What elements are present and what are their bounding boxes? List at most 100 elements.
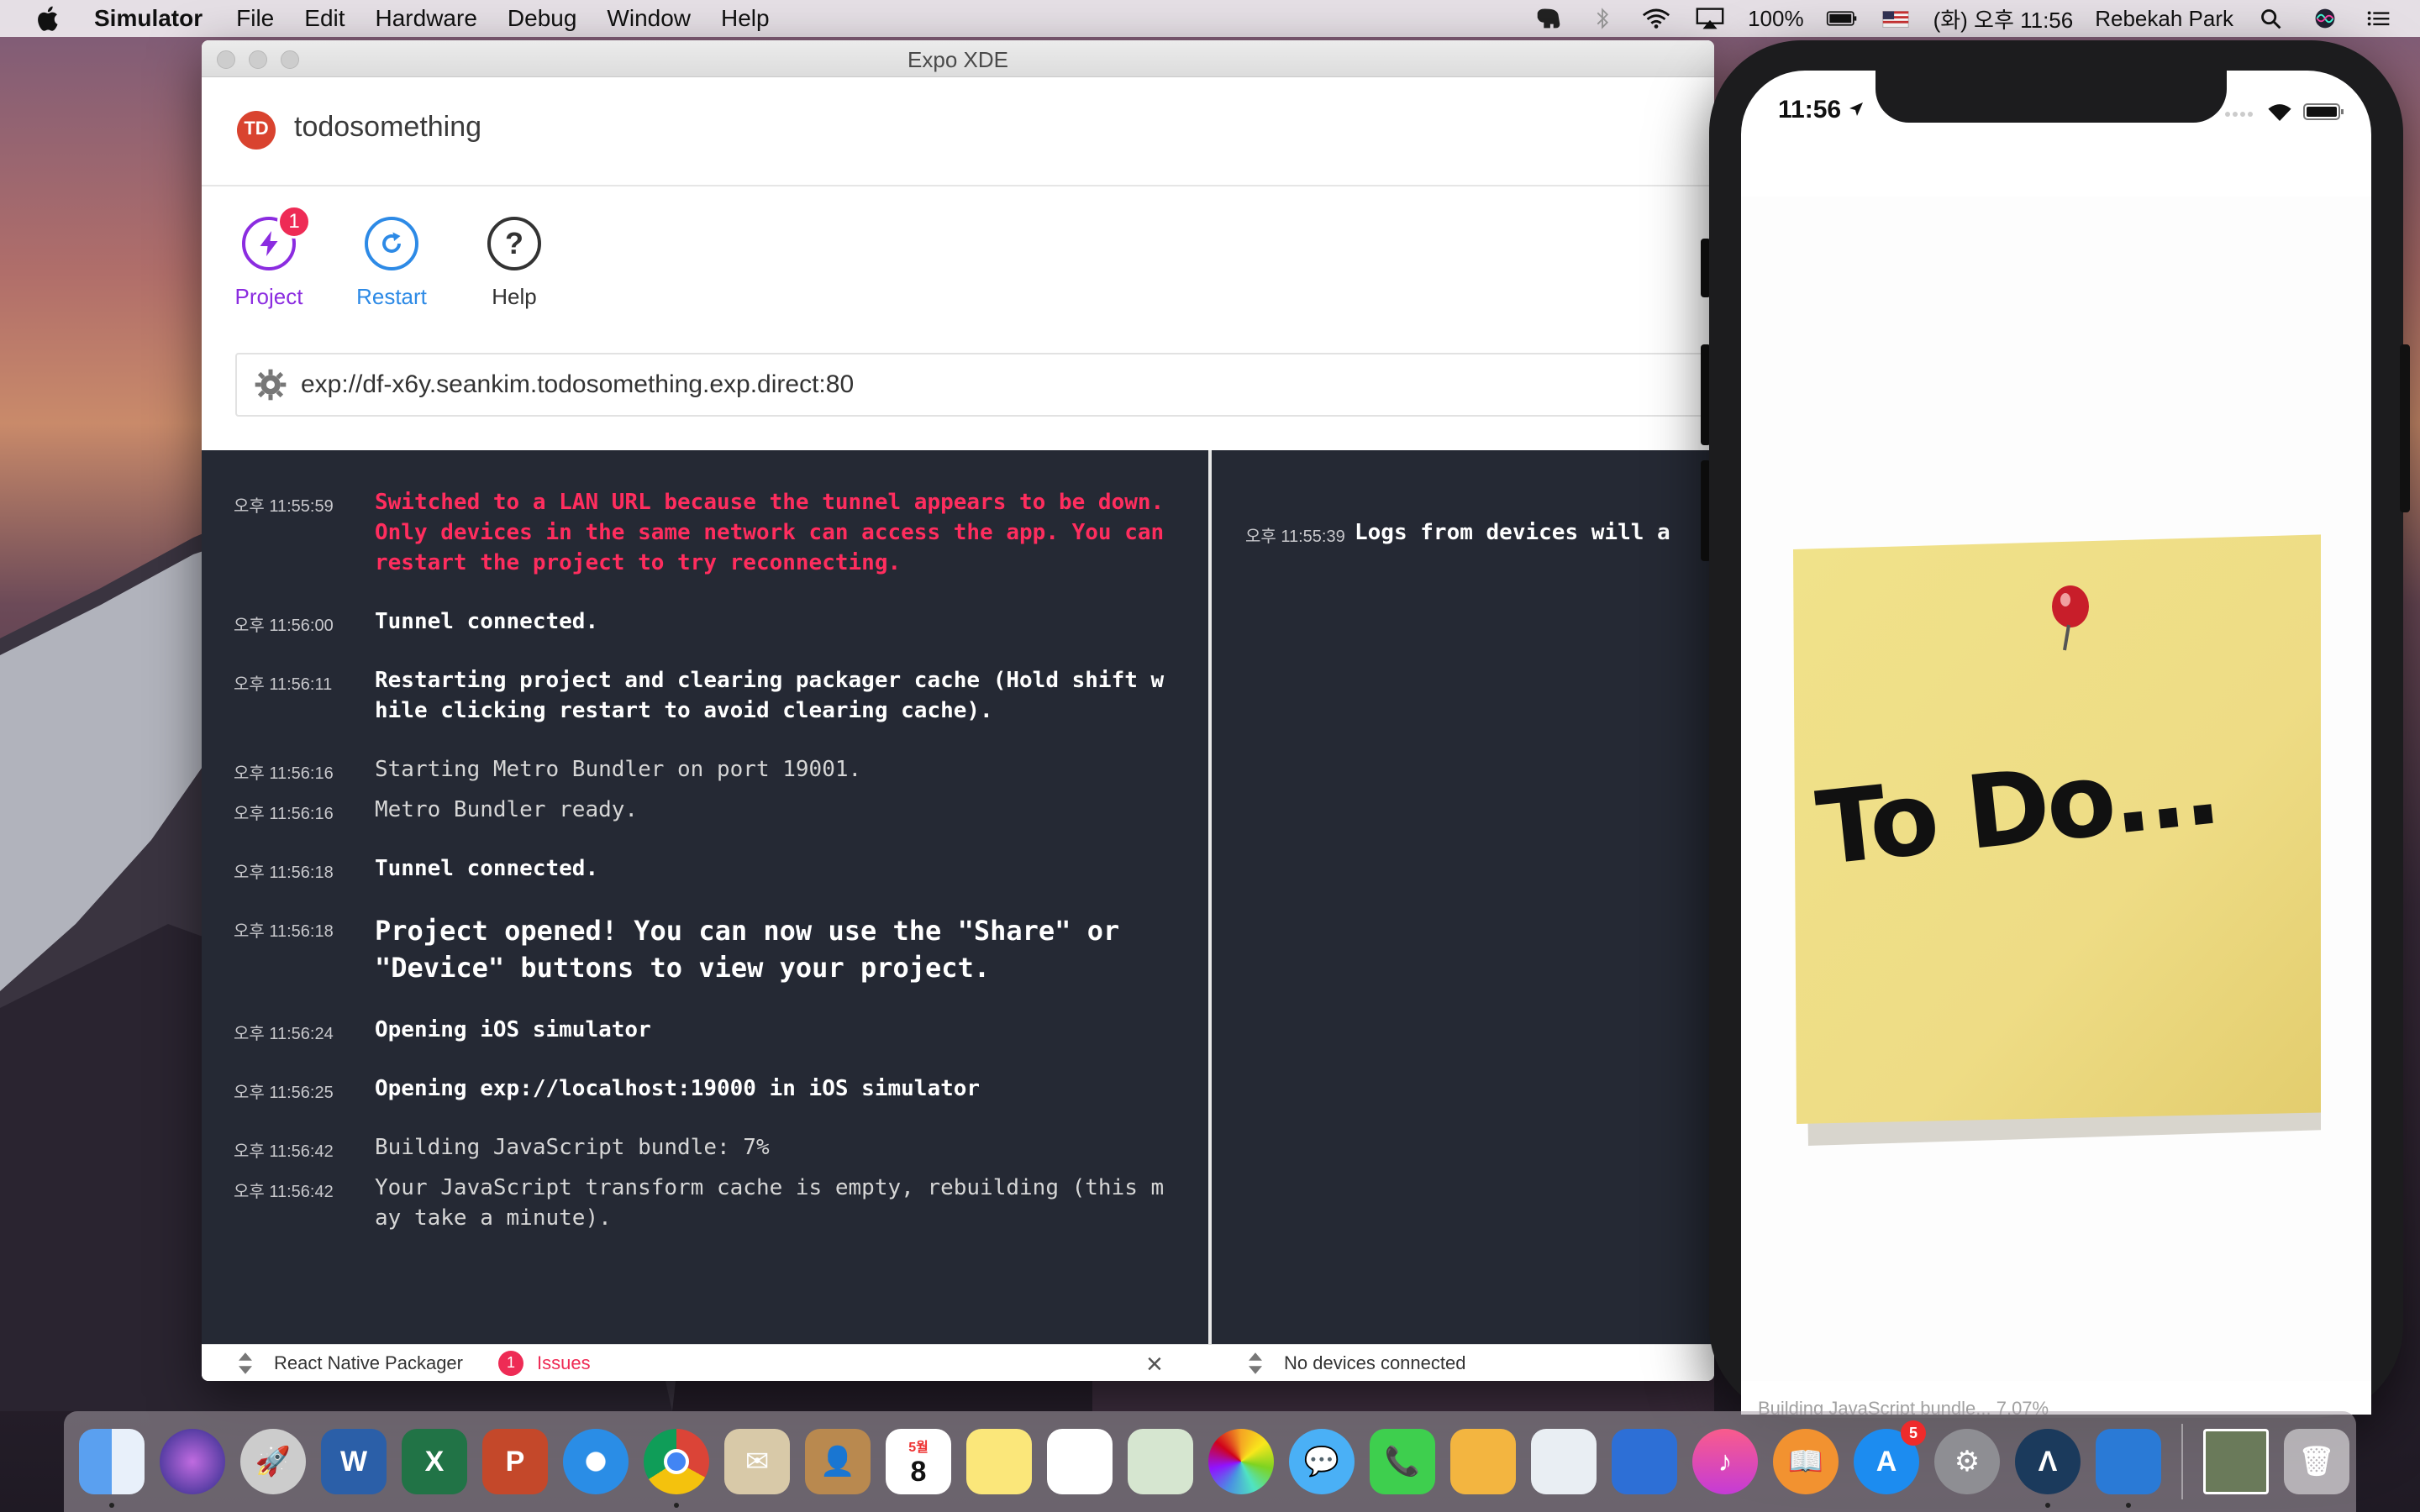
reminders-icon[interactable] bbox=[1047, 1429, 1113, 1494]
help-icon: ? bbox=[487, 217, 541, 270]
mail-stamp-icon[interactable]: ✉ bbox=[724, 1429, 790, 1494]
restart-icon bbox=[365, 217, 418, 270]
log-message: Starting Metro Bundler on port 19001. bbox=[375, 757, 862, 782]
log-timestamp: 오후 11:56:00 bbox=[234, 617, 334, 635]
menu-file[interactable]: File bbox=[236, 5, 274, 32]
app-content[interactable]: To Do... bbox=[1741, 197, 2371, 1381]
packager-select-label[interactable]: React Native Packager bbox=[274, 1352, 463, 1374]
finder-icon[interactable] bbox=[79, 1429, 145, 1508]
gear-icon[interactable] bbox=[254, 368, 287, 402]
photos-icon[interactable] bbox=[1208, 1429, 1274, 1494]
log-timestamp: 오후 11:56:42 bbox=[234, 1142, 334, 1161]
us-flag-icon[interactable] bbox=[1880, 6, 1912, 31]
packager-select-arrows-icon[interactable] bbox=[235, 1350, 255, 1377]
project-name[interactable]: todosomething bbox=[294, 111, 481, 144]
log-message: Logs from devices will a bbox=[1355, 520, 1670, 545]
issues-tab[interactable]: Issues bbox=[537, 1352, 591, 1374]
log-entry: 오후 11:56:16 Starting Metro Bundler on po… bbox=[202, 754, 1208, 785]
device-select-arrows-icon[interactable] bbox=[1245, 1350, 1265, 1377]
facetime-icon[interactable]: 📞 bbox=[1370, 1429, 1435, 1494]
lightning-icon: 1 bbox=[242, 205, 311, 270]
window-titlebar[interactable]: Expo XDE bbox=[202, 40, 1714, 77]
launchpad-rocket-icon[interactable]: 🚀 bbox=[240, 1429, 306, 1494]
evernote-elephant-icon[interactable] bbox=[1533, 6, 1565, 31]
chrome-icon[interactable] bbox=[644, 1429, 709, 1508]
restart-button-label: Restart bbox=[356, 284, 427, 309]
project-url[interactable]: exp://df-x6y.seankim.todosomething.exp.d… bbox=[301, 370, 854, 399]
project-badge: 1 bbox=[277, 205, 311, 239]
iphone-side-button[interactable] bbox=[2400, 344, 2410, 512]
ibooks-icon[interactable]: 📖 bbox=[1773, 1429, 1839, 1494]
menu-edit[interactable]: Edit bbox=[304, 5, 345, 32]
log-entry: 오후 11:56:42 Your JavaScript transform ca… bbox=[202, 1173, 1208, 1233]
log-entry: 오후 11:56:18 Project opened! You can now … bbox=[202, 912, 1208, 986]
siri-icon[interactable] bbox=[2309, 6, 2341, 31]
messages-icon[interactable]: 💬 bbox=[1289, 1429, 1355, 1494]
menubar-user-name[interactable]: Rebekah Park bbox=[2095, 6, 2233, 32]
log-message: Tunnel connected. bbox=[375, 856, 599, 881]
airplay-icon[interactable] bbox=[1694, 6, 1726, 31]
menu-help[interactable]: Help bbox=[721, 5, 770, 32]
apple-menu-icon[interactable] bbox=[34, 3, 64, 34]
spotlight-search-icon[interactable] bbox=[2255, 6, 2287, 31]
close-icon[interactable]: × bbox=[1146, 1348, 1163, 1381]
contacts-icon[interactable]: 👤 bbox=[805, 1429, 871, 1494]
system-preferences-icon[interactable]: ⚙ bbox=[1934, 1429, 2000, 1494]
device-select[interactable]: No devices connected bbox=[1212, 1345, 1465, 1381]
log-timestamp: 오후 11:55:59 bbox=[234, 497, 334, 516]
menu-bar: Simulator File Edit Hardware Debug Windo… bbox=[0, 0, 2420, 37]
battery-icon[interactable] bbox=[1826, 6, 1858, 31]
iphone-screen[interactable]: 11:56 To Do... Building JavaScript bundl… bbox=[1741, 71, 2371, 1415]
battery-status-icon bbox=[2303, 103, 2344, 120]
log-entry: 오후 11:56:16 Metro Bundler ready. bbox=[202, 795, 1208, 825]
expo-xde-icon[interactable]: Λ bbox=[2015, 1429, 2081, 1508]
menu-app-name[interactable]: Simulator bbox=[94, 5, 203, 32]
menu-window[interactable]: Window bbox=[607, 5, 691, 32]
calendar-day: 8 bbox=[910, 1455, 927, 1488]
packager-log-pane[interactable]: 오후 11:55:59 Switched to a LAN URL becaus… bbox=[202, 450, 1208, 1344]
menu-debug[interactable]: Debug bbox=[508, 5, 577, 32]
log-entry: 오후 11:56:00 Tunnel connected. bbox=[202, 606, 1208, 637]
project-header: TD todosomething bbox=[202, 77, 1714, 186]
itunes-icon[interactable]: ♪ bbox=[1692, 1429, 1758, 1494]
log-message: Metro Bundler ready. bbox=[375, 797, 639, 822]
numbers-icon[interactable] bbox=[1531, 1429, 1597, 1494]
siri-dock-icon[interactable] bbox=[160, 1429, 225, 1494]
issues-count-badge[interactable]: 1 bbox=[498, 1350, 523, 1376]
simulator-xcode-icon[interactable] bbox=[2096, 1429, 2161, 1508]
log-entry: 오후 11:56:24 Opening iOS simulator bbox=[202, 1015, 1208, 1045]
calendar-icon[interactable]: 5월 8 bbox=[886, 1429, 951, 1494]
notes-icon[interactable] bbox=[966, 1429, 1032, 1494]
project-button[interactable]: 1 Project bbox=[227, 205, 311, 310]
log-message: Project opened! You can now use the "Sha… bbox=[375, 915, 1120, 984]
device-log-pane[interactable]: 오후 11:55:39 Logs from devices will a bbox=[1212, 450, 1714, 1344]
battery-percent: 100% bbox=[1748, 5, 1804, 31]
downloads-stack-icon[interactable] bbox=[2203, 1429, 2269, 1494]
devices-status-label: No devices connected bbox=[1284, 1352, 1466, 1373]
maps-icon[interactable] bbox=[1128, 1429, 1193, 1494]
help-button[interactable]: ? Help bbox=[472, 217, 556, 310]
microsoft-powerpoint-icon[interactable]: P bbox=[482, 1429, 548, 1494]
microsoft-excel-icon[interactable]: X bbox=[402, 1429, 467, 1494]
iphone-notch bbox=[1876, 71, 2227, 123]
bluetooth-icon[interactable] bbox=[1586, 6, 1618, 31]
wifi-icon[interactable] bbox=[1640, 6, 1672, 31]
notification-center-icon[interactable] bbox=[2363, 6, 2395, 31]
menubar-clock[interactable]: (화) 오후 11:56 bbox=[1933, 3, 2074, 34]
safari-compass-icon[interactable] bbox=[563, 1429, 629, 1494]
log-message: Switched to a LAN URL because the tunnel… bbox=[375, 490, 1165, 575]
log-entry: 오후 11:56:11 Restarting project and clear… bbox=[202, 665, 1208, 726]
log-message: Opening exp://localhost:19000 in iOS sim… bbox=[375, 1076, 981, 1101]
keynote-icon[interactable] bbox=[1612, 1429, 1677, 1494]
log-timestamp: 오후 11:56:25 bbox=[234, 1084, 334, 1102]
log-message: Building JavaScript bundle: 7% bbox=[375, 1135, 770, 1160]
trash-icon[interactable]: 🗑 bbox=[2284, 1429, 2349, 1494]
pages-icon[interactable] bbox=[1450, 1429, 1516, 1494]
app-store-icon[interactable]: A5 bbox=[1854, 1420, 1926, 1494]
url-bar[interactable]: exp://df-x6y.seankim.todosomething.exp.d… bbox=[235, 353, 1714, 417]
microsoft-word-icon[interactable]: W bbox=[321, 1429, 387, 1494]
log-timestamp: 오후 11:56:16 bbox=[234, 764, 334, 783]
restart-button[interactable]: Restart bbox=[350, 217, 434, 310]
app-store-badge: 5 bbox=[1901, 1420, 1926, 1446]
menu-hardware[interactable]: Hardware bbox=[376, 5, 477, 32]
